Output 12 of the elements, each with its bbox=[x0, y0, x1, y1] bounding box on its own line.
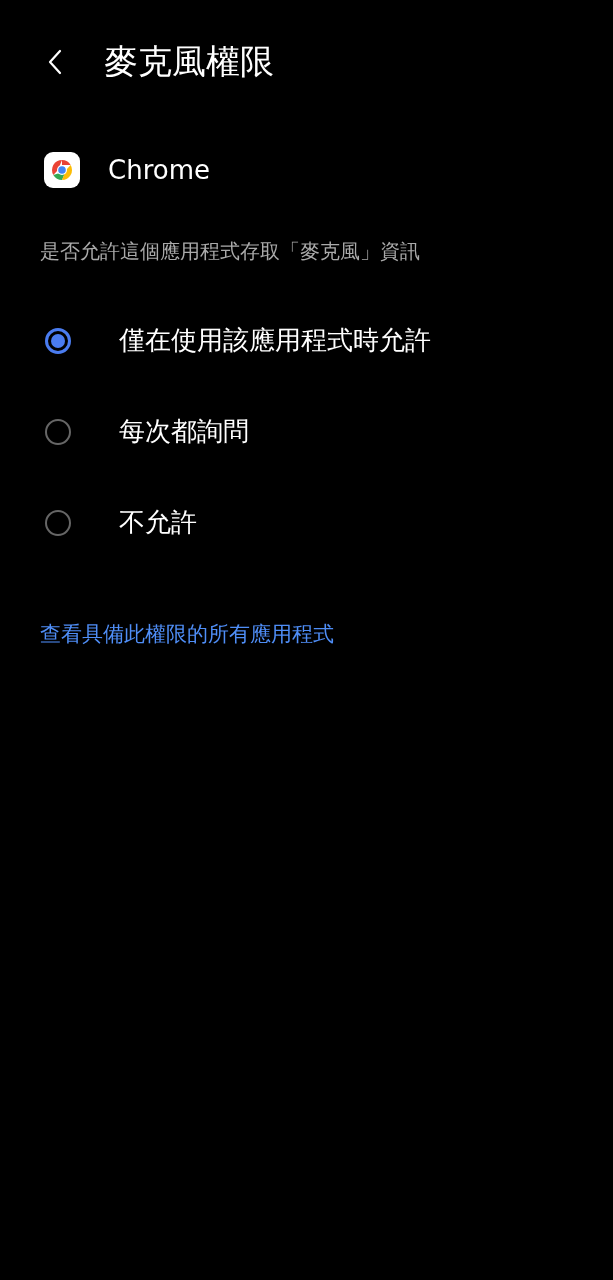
radio-button[interactable] bbox=[45, 327, 71, 354]
app-name: Chrome bbox=[108, 155, 210, 185]
page-title: 麥克風權限 bbox=[104, 40, 274, 83]
question-text: 是否允許這個應用程式存取「麥克風」資訊 bbox=[39, 238, 421, 265]
option-label[interactable]: 僅在使用該應用程式時允許 bbox=[119, 323, 431, 358]
option-label[interactable]: 每次都詢問 bbox=[119, 414, 249, 449]
radio-button[interactable] bbox=[45, 418, 71, 445]
back-icon[interactable] bbox=[48, 49, 62, 75]
radio-button[interactable] bbox=[45, 509, 71, 536]
option-label[interactable]: 不允許 bbox=[119, 505, 197, 540]
all-apps-link[interactable]: 查看具備此權限的所有應用程式 bbox=[40, 620, 334, 648]
app-icon bbox=[44, 152, 80, 188]
